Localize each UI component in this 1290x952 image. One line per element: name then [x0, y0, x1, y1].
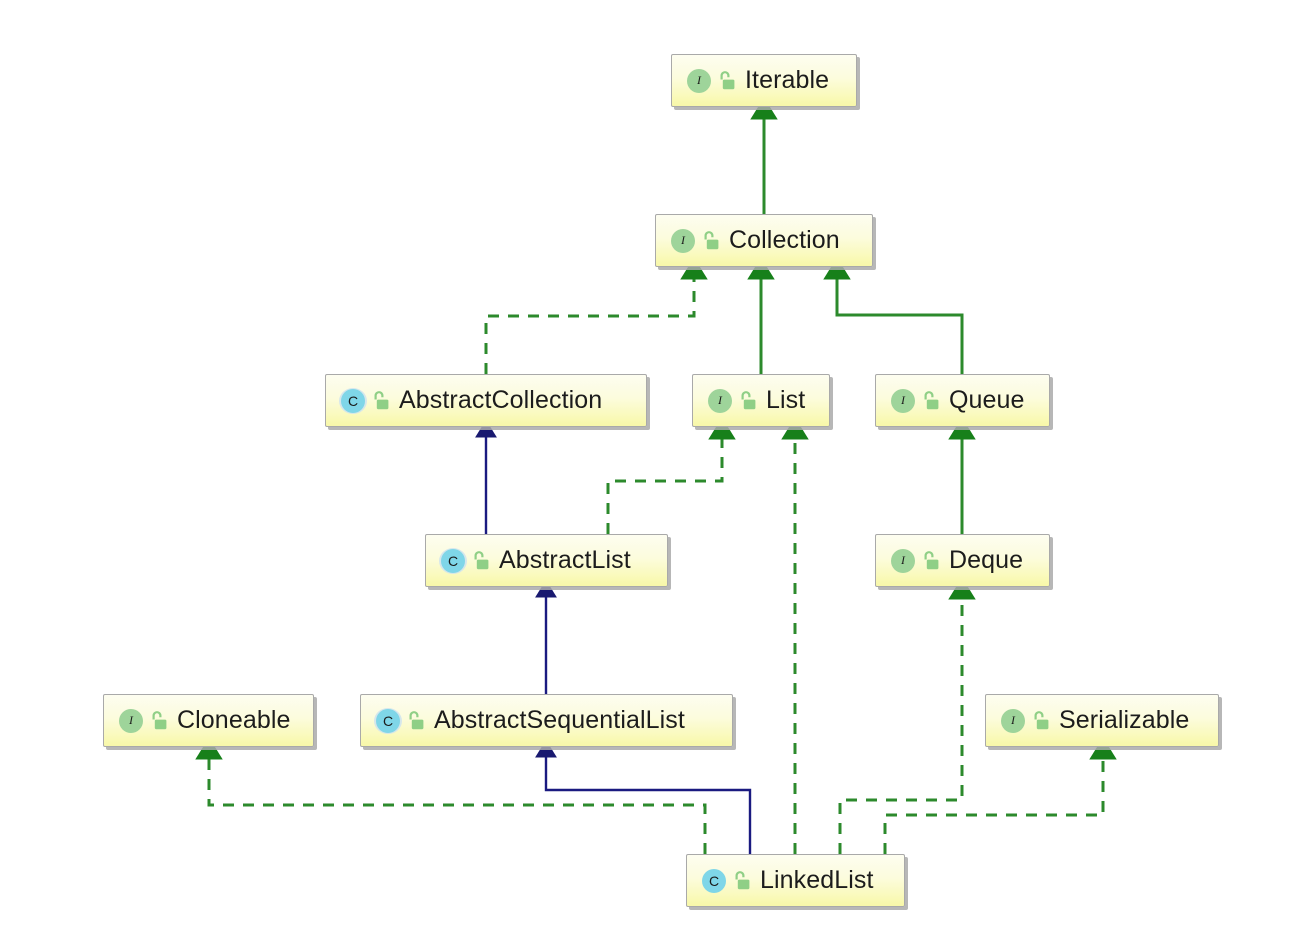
uml-node-linkedlist[interactable]: C LinkedList: [686, 854, 905, 907]
open-lock-icon: [1034, 710, 1049, 729]
interface-icon: I: [685, 67, 713, 95]
icon-letter: I: [901, 393, 905, 407]
icon-letter: I: [1011, 713, 1015, 727]
open-lock-icon: [924, 550, 939, 569]
open-lock-icon: [720, 70, 735, 89]
open-lock-icon: [924, 390, 939, 409]
class-icon: C: [374, 707, 402, 735]
icon-letter: I: [718, 393, 722, 407]
interface-icon: I: [706, 387, 734, 415]
icon-letter: I: [129, 713, 133, 727]
class-icon: C: [339, 387, 367, 415]
open-lock-icon: [409, 710, 424, 729]
uml-node-abstractcollection[interactable]: C AbstractCollection: [325, 374, 647, 427]
class-icon: C: [700, 867, 728, 895]
uml-node-label: Deque: [949, 546, 1024, 574]
open-lock-icon: [474, 550, 489, 569]
interface-icon: I: [889, 547, 917, 575]
uml-node-label: AbstractSequentialList: [434, 706, 685, 734]
uml-node-label: List: [766, 386, 806, 414]
uml-node-deque[interactable]: I Deque: [875, 534, 1050, 587]
icon-letter: C: [347, 392, 359, 409]
interface-icon: I: [117, 707, 145, 735]
uml-node-label: Iterable: [745, 66, 830, 94]
open-lock-icon: [152, 710, 167, 729]
icon-letter: I: [681, 233, 685, 247]
class-icon: C: [439, 547, 467, 575]
icon-letter: C: [708, 872, 720, 889]
uml-node-label: Queue: [949, 386, 1025, 414]
uml-node-abstractsequentiallist[interactable]: C AbstractSequentialList: [360, 694, 733, 747]
interface-icon: I: [889, 387, 917, 415]
uml-node-collection[interactable]: I Collection: [655, 214, 873, 267]
uml-node-label: Cloneable: [177, 706, 291, 734]
open-lock-icon: [704, 230, 719, 249]
open-lock-icon: [374, 390, 389, 409]
open-lock-icon: [735, 870, 750, 889]
uml-node-list[interactable]: I List: [692, 374, 830, 427]
icon-letter: C: [382, 712, 394, 729]
open-lock-icon: [741, 390, 756, 409]
uml-node-label: LinkedList: [760, 866, 874, 894]
uml-node-abstractlist[interactable]: C AbstractList: [425, 534, 668, 587]
uml-class-diagram: I Iterable I Collection C AbstractCollection I…: [0, 0, 1290, 952]
interface-icon: I: [669, 227, 697, 255]
icon-letter: C: [447, 552, 459, 569]
uml-node-iterable[interactable]: I Iterable: [671, 54, 857, 107]
uml-node-label: Serializable: [1059, 706, 1190, 734]
node-layer: I Iterable I Collection C AbstractCollection I…: [0, 0, 1290, 952]
uml-node-label: AbstractList: [499, 546, 631, 574]
uml-node-serializable[interactable]: I Serializable: [985, 694, 1219, 747]
interface-icon: I: [999, 707, 1027, 735]
uml-node-cloneable[interactable]: I Cloneable: [103, 694, 314, 747]
uml-node-queue[interactable]: I Queue: [875, 374, 1050, 427]
uml-node-label: Collection: [729, 226, 840, 254]
icon-letter: I: [901, 553, 905, 567]
uml-node-label: AbstractCollection: [399, 386, 603, 414]
icon-letter: I: [697, 73, 701, 87]
